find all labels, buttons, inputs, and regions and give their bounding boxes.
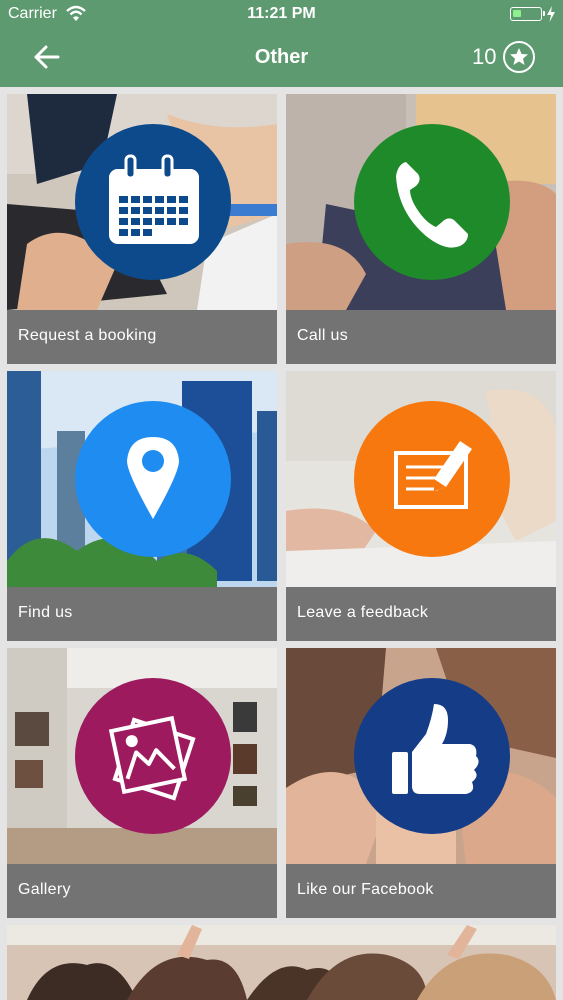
map-pin-icon (75, 401, 231, 557)
status-time: 11:21 PM (247, 5, 316, 22)
request-booking-label: Request a booking (18, 327, 157, 344)
find-us-label: Find us (18, 604, 73, 621)
star-icon[interactable] (503, 41, 535, 73)
tile-label-bar: Find us (7, 587, 277, 641)
call-us-tile[interactable]: Call us (286, 94, 556, 364)
party-photo (7, 925, 556, 1000)
nav-header: Carrier 11:21 PM Other 10 (0, 0, 563, 87)
tile-label-bar: Request a booking (7, 310, 277, 364)
gallery-photos-icon (75, 678, 231, 834)
tile-label-bar: Like our Facebook (286, 864, 556, 918)
gallery-label: Gallery (18, 881, 71, 898)
feedback-tile[interactable]: Leave a feedback (286, 371, 556, 641)
facebook-label: Like our Facebook (297, 881, 434, 898)
request-booking-tile[interactable]: Request a booking (7, 94, 277, 364)
charging-bolt-icon (547, 6, 555, 22)
points-count[interactable]: 10 (472, 44, 496, 70)
status-bar: Carrier 11:21 PM (0, 0, 563, 30)
gallery-tile[interactable]: Gallery (7, 648, 277, 918)
feedback-pencil-icon (354, 401, 510, 557)
tile-label-bar: Leave a feedback (286, 587, 556, 641)
partial-tile[interactable] (7, 925, 556, 1000)
feedback-label: Leave a feedback (297, 604, 429, 621)
find-us-tile[interactable]: Find us (7, 371, 277, 641)
call-us-label: Call us (297, 327, 349, 344)
tile-label-bar: Gallery (7, 864, 277, 918)
battery-icon (510, 7, 545, 21)
thumbs-up-icon (354, 678, 510, 834)
tile-label-bar: Call us (286, 310, 556, 364)
facebook-like-tile[interactable]: Like our Facebook (286, 648, 556, 918)
calendar-icon (75, 124, 231, 280)
phone-icon (354, 124, 510, 280)
